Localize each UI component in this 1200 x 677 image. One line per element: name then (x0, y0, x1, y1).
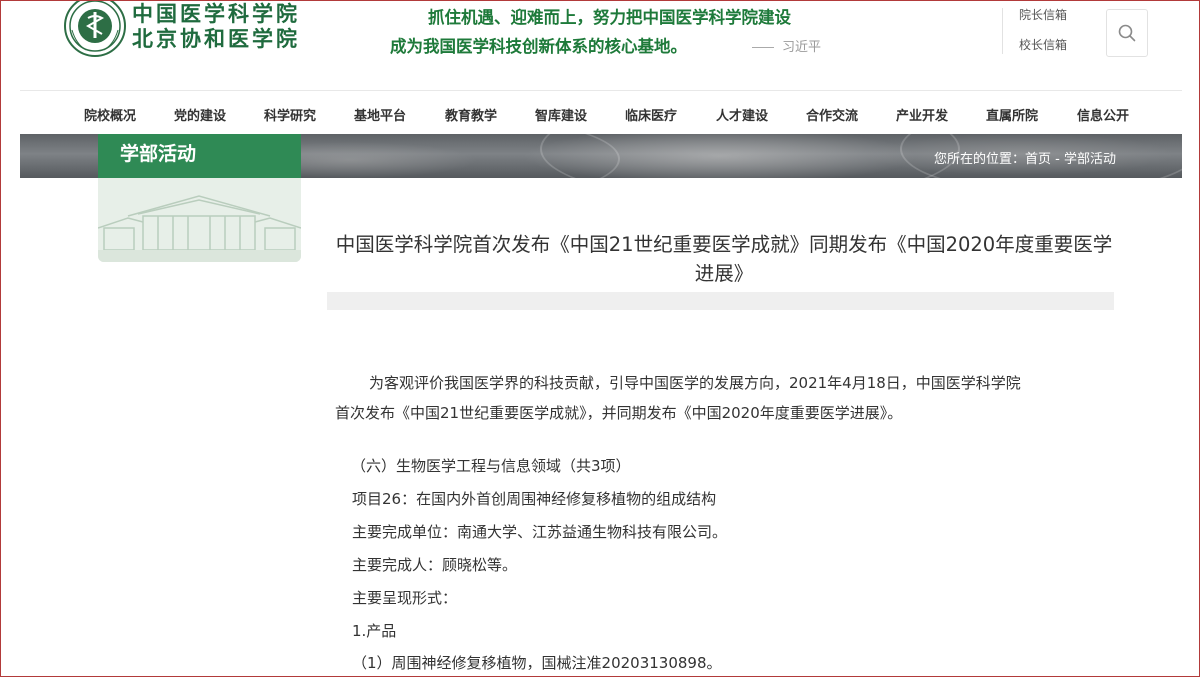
slogan-line-1: 抓住机遇、迎难而上，努力把中国医学科学院建设 (428, 8, 791, 27)
logo-line-2: 北京协和医学院 (132, 26, 300, 51)
nav-item-think-tank[interactable]: 智库建设 (535, 105, 587, 124)
slogan-author: 习近平 (752, 33, 821, 62)
nav-item-industry[interactable]: 产业开发 (896, 105, 948, 124)
nav-item-platforms[interactable]: 基地平台 (354, 105, 406, 124)
slogan-author-name: 习近平 (782, 40, 822, 55)
sidebar-building-image (98, 178, 301, 262)
nav-item-education[interactable]: 教育教学 (445, 105, 497, 124)
search-button[interactable] (1106, 9, 1148, 57)
article-title: 中国医学科学院首次发布《中国21世纪重要医学成就》同期发布《中国2020年度重要… (335, 233, 1113, 285)
mailbox-links: 院长信箱 校长信箱 (1002, 8, 1080, 54)
author-dash (752, 47, 774, 48)
breadcrumb-separator: - (1051, 152, 1064, 167)
logo-line-1: 中国医学科学院 (132, 1, 300, 26)
sidebar-title: 学部活动 (98, 134, 301, 178)
institution-emblem-icon[interactable] (64, 0, 126, 58)
site-logo-text[interactable]: 中国医学科学院 北京协和医学院 (132, 1, 300, 51)
article-item-product-detail: （1）周围神经修复移植物，国械注准20203130898。 (352, 654, 722, 672)
breadcrumb-prefix: 您所在的位置： (933, 152, 1025, 167)
principal-mailbox-link[interactable]: 校长信箱 (1019, 38, 1080, 53)
slogan-line-2: 成为我国医学科技创新体系的核心基地。 (390, 37, 687, 56)
article-title-divider (327, 292, 1114, 310)
article-item-person: 主要完成人：顾晓松等。 (352, 556, 518, 574)
breadcrumb-home-link[interactable]: 首页 (1025, 152, 1051, 167)
main-nav: 院校概况 党的建设 科学研究 基地平台 教育教学 智库建设 临床医疗 人才建设 … (20, 90, 1182, 134)
president-mailbox-link[interactable]: 院长信箱 (1019, 8, 1080, 23)
article-section-heading: （六）生物医学工程与信息领域（共3项） (351, 457, 631, 475)
nav-item-clinical[interactable]: 临床医疗 (625, 105, 677, 124)
article-item-title: 项目26：在国内外首创周围神经修复移植物的组成结构 (352, 490, 717, 508)
breadcrumb-current-link[interactable]: 学部活动 (1064, 152, 1116, 167)
search-icon (1118, 24, 1136, 42)
slogan: 抓住机遇、迎难而上，努力把中国医学科学院建设 成为我国医学科技创新体系的核心基地… (390, 3, 821, 61)
breadcrumb: 您所在的位置：首页 - 学部活动 (934, 148, 1116, 167)
nav-item-cooperation[interactable]: 合作交流 (806, 105, 858, 124)
nav-item-research[interactable]: 科学研究 (264, 105, 316, 124)
article-item-unit: 主要完成单位：南通大学、江苏益通生物科技有限公司。 (352, 523, 728, 541)
article-item-form: 主要呈现形式： (352, 589, 458, 607)
nav-item-talent[interactable]: 人才建设 (716, 105, 768, 124)
nav-item-disclosure[interactable]: 信息公开 (1077, 105, 1129, 124)
nav-item-affiliates[interactable]: 直属所院 (986, 105, 1038, 124)
article-intro-line-2: 首次发布《中国21世纪重要医学成就》，并同期发布《中国2020年度重要医学进展》… (335, 404, 903, 422)
nav-item-party-building[interactable]: 党的建设 (174, 105, 226, 124)
article-intro-line-1: 为客观评价我国医学界的科技贡献，引导中国医学的发展方向，2021年4月18日，中… (369, 374, 1021, 392)
nav-item-institution-overview[interactable]: 院校概况 (84, 105, 136, 124)
article-item-product: 1.产品 (352, 622, 397, 640)
site-header: 中国医学科学院 北京协和医学院 抓住机遇、迎难而上，努力把中国医学科学院建设 成… (0, 0, 1200, 90)
banner-arc (540, 134, 960, 178)
